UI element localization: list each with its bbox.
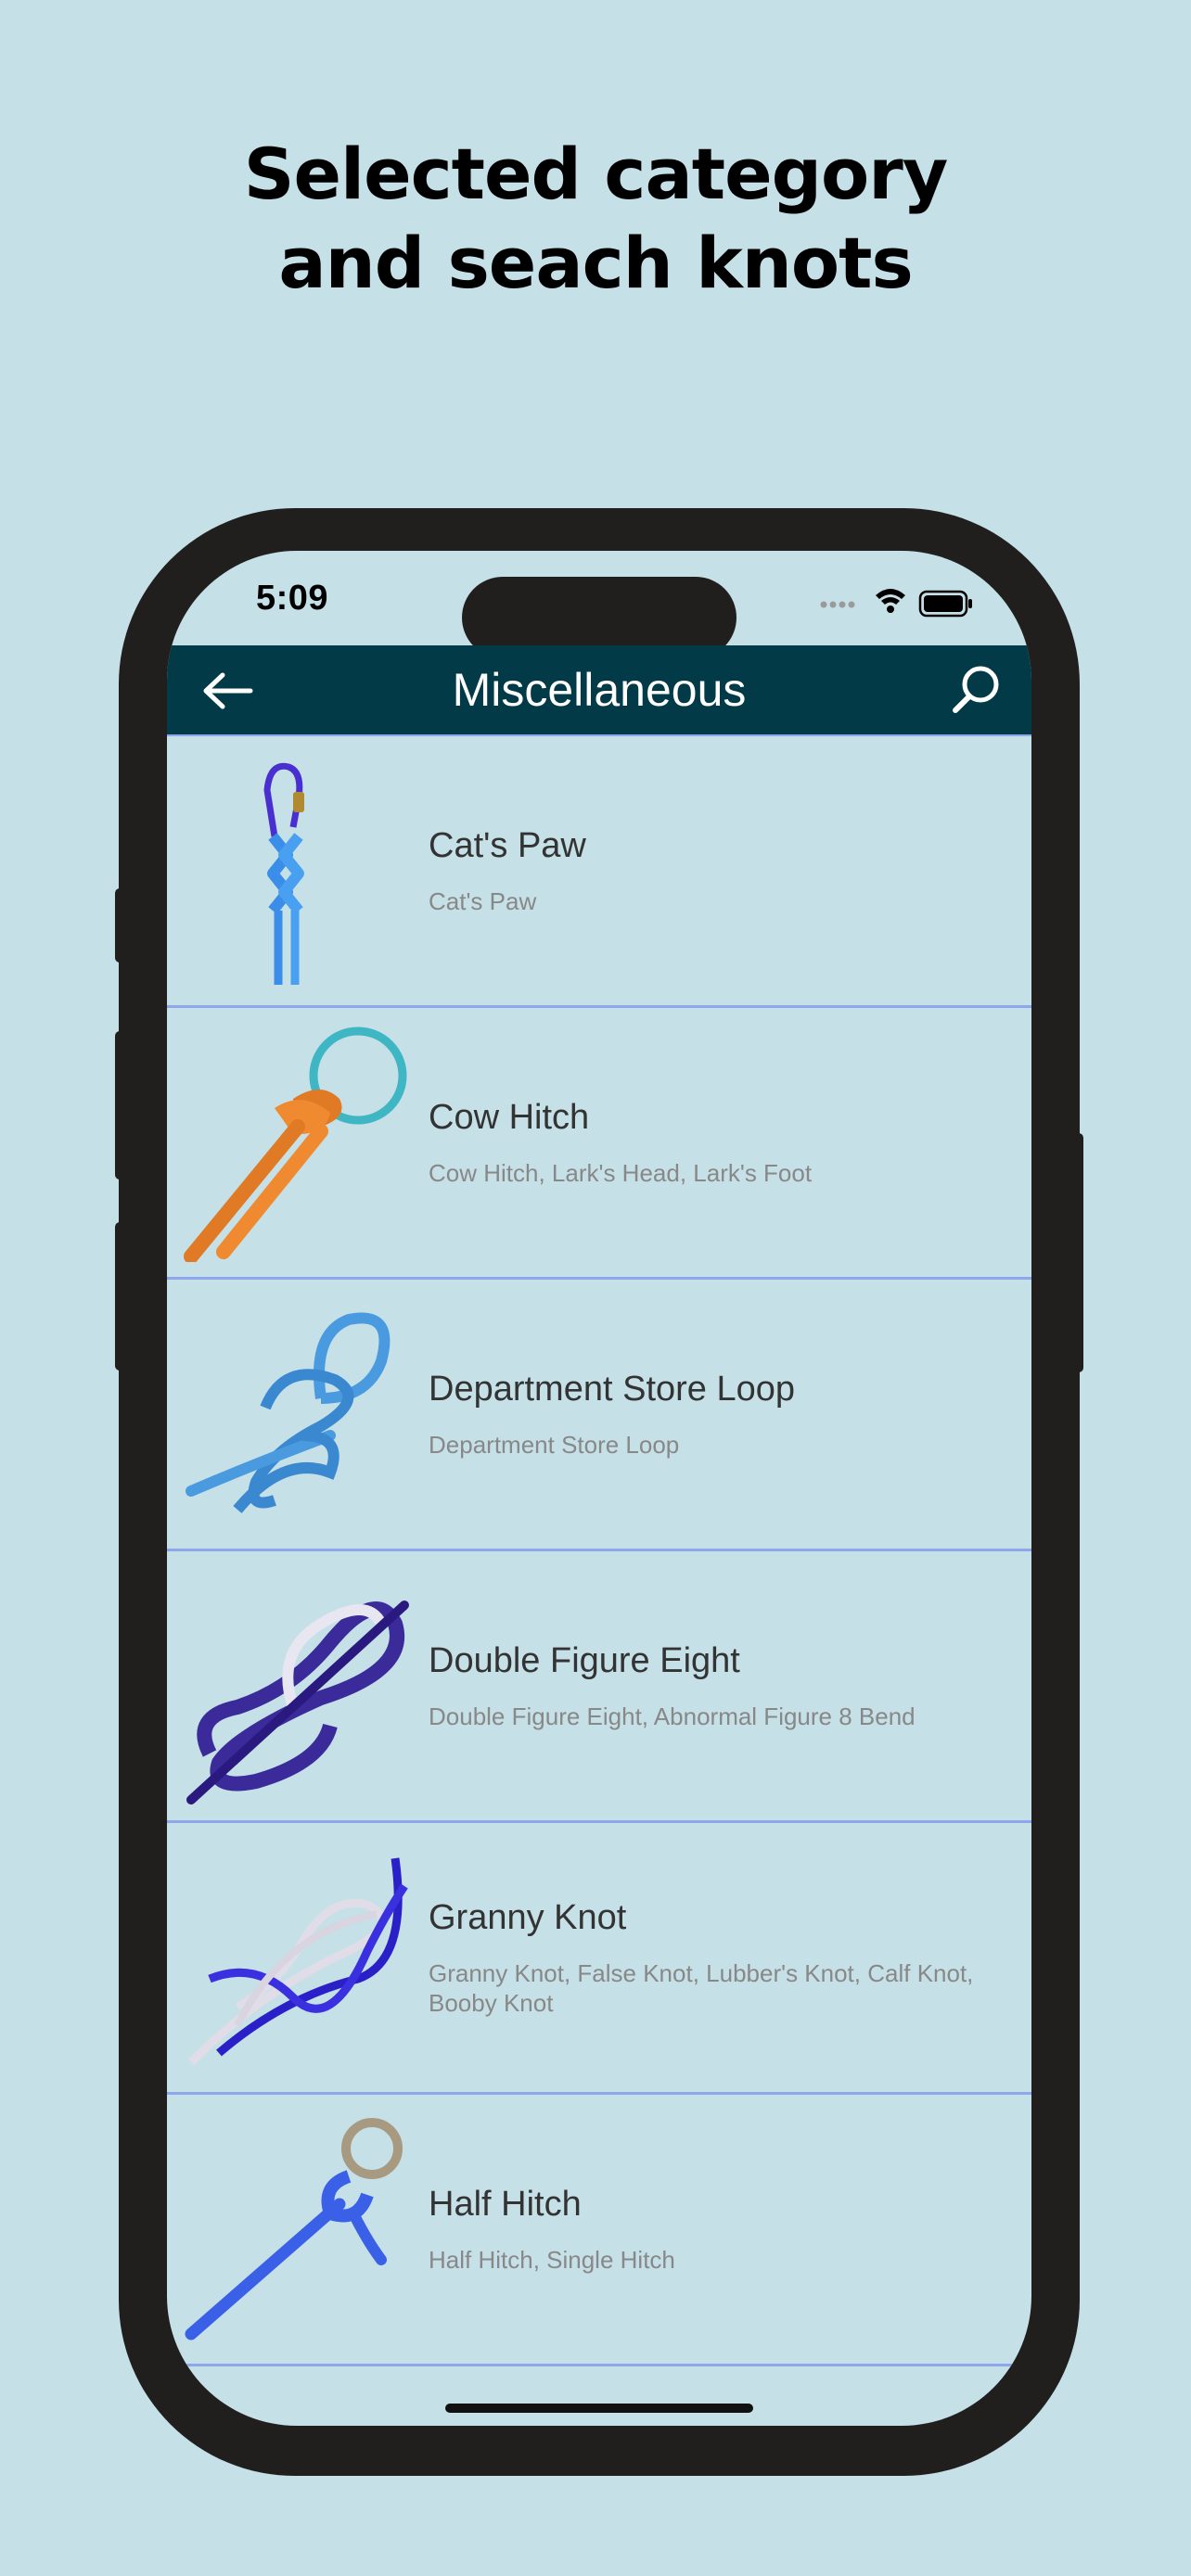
phone-power-button bbox=[1074, 1133, 1083, 1372]
back-button[interactable] bbox=[200, 670, 256, 712]
search-button[interactable] bbox=[948, 662, 1004, 718]
nav-bar: Miscellaneous bbox=[167, 645, 1031, 734]
knot-title: Granny Knot bbox=[429, 1897, 627, 1937]
headline-line-2: and seach knots bbox=[278, 222, 913, 304]
wifi-icon bbox=[876, 589, 905, 613]
promo-headline: Selected category and seach knots bbox=[0, 130, 1191, 308]
knot-subtitle: Cow Hitch, Lark's Head, Lark's Foot bbox=[429, 1158, 813, 1187]
phone-volume-down-button bbox=[115, 1222, 124, 1371]
knot-subtitle: Granny Knot, False Knot, Lubber's Knot, … bbox=[429, 1958, 974, 2017]
headline-line-1: Selected category bbox=[243, 133, 949, 215]
home-indicator[interactable] bbox=[445, 2404, 753, 2413]
knot-list: Cat's Paw Cat's Paw Cow Hitch Cow Hitch,… bbox=[167, 734, 1031, 2366]
status-icons bbox=[818, 584, 974, 621]
knot-title: Department Store Loop bbox=[429, 1369, 796, 1409]
knot-subtitle: Cat's Paw bbox=[429, 886, 537, 915]
knot-subtitle: Department Store Loop bbox=[429, 1430, 680, 1459]
list-item[interactable]: Granny Knot Granny Knot, False Knot, Lub… bbox=[167, 1823, 1031, 2095]
nav-title: Miscellaneous bbox=[452, 664, 747, 716]
arrow-left-icon bbox=[203, 672, 253, 709]
knot-title: Cow Hitch bbox=[429, 1097, 590, 1137]
battery-icon bbox=[918, 590, 972, 618]
double-figure-eight-image bbox=[182, 1568, 410, 1805]
knot-subtitle: Half Hitch, Single Hitch bbox=[429, 2245, 675, 2274]
phone-screen: 5:09 Miscellaneous Cat's Paw Cat's Paw C… bbox=[167, 551, 1031, 2426]
cow-hitch-knot-image bbox=[182, 1025, 410, 1264]
status-bar: 5:09 bbox=[167, 551, 1031, 658]
list-item[interactable]: Double Figure Eight Double Figure Eight,… bbox=[167, 1551, 1031, 1823]
half-hitch-image bbox=[182, 2111, 410, 2349]
knot-title: Half Hitch bbox=[429, 2184, 582, 2224]
list-item[interactable]: Half Hitch Half Hitch, Single Hitch bbox=[167, 2095, 1031, 2366]
phone-volume-up-button bbox=[115, 1031, 124, 1180]
signal-dots-icon bbox=[820, 601, 855, 608]
phone-action-button bbox=[115, 888, 124, 963]
granny-knot-image bbox=[182, 1840, 410, 2077]
knot-title: Cat's Paw bbox=[429, 825, 586, 865]
list-item[interactable]: Cat's Paw Cat's Paw bbox=[167, 736, 1031, 1008]
department-store-loop-image bbox=[182, 1296, 410, 1534]
knot-subtitle: Double Figure Eight, Abnormal Figure 8 B… bbox=[429, 1702, 916, 1730]
list-item[interactable]: Department Store Loop Department Store L… bbox=[167, 1280, 1031, 1551]
search-icon bbox=[953, 666, 999, 713]
status-time: 5:09 bbox=[256, 579, 329, 618]
cats-paw-knot-image bbox=[182, 753, 410, 990]
list-item[interactable]: Cow Hitch Cow Hitch, Lark's Head, Lark's… bbox=[167, 1008, 1031, 1280]
knot-title: Double Figure Eight bbox=[429, 1640, 740, 1680]
